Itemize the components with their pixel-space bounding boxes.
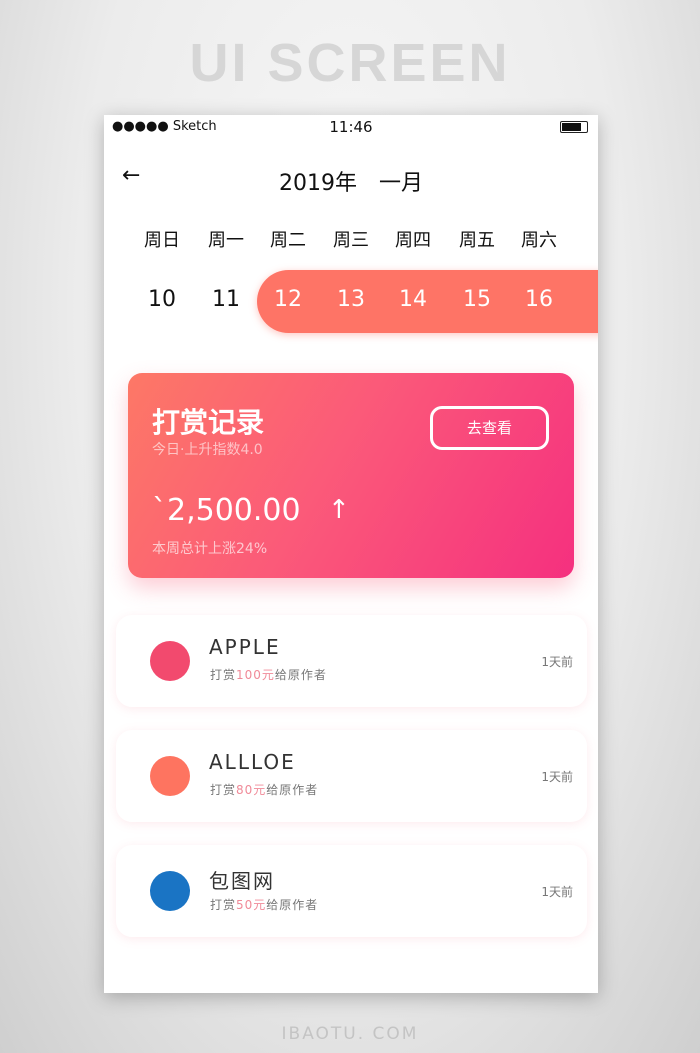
total-amount: `2,500.00 — [152, 493, 301, 528]
desc-prefix: 打赏 — [210, 783, 237, 797]
card-subtitle: 今日·上升指数4.0 — [152, 442, 263, 458]
banner-title: UI SCREEN — [189, 33, 511, 93]
arrow-up-icon: ↑ — [328, 495, 350, 525]
desc-suffix: 给原作者 — [274, 668, 327, 682]
record-time: 1天前 — [541, 885, 573, 899]
record-name: APPLE — [209, 635, 281, 659]
desc-prefix: 打赏 — [210, 898, 237, 912]
record-item[interactable]: ALLLOE 打赏80元给原作者 1天前 — [116, 730, 587, 822]
day[interactable]: 10 — [132, 287, 192, 312]
card-title: 打赏记录 — [152, 406, 265, 439]
footer-watermark: IBAOTU. COM — [281, 1024, 419, 1044]
weekday: 周六 — [521, 230, 557, 251]
weekday: 周二 — [270, 230, 306, 251]
weekday: 周五 — [459, 230, 495, 251]
record-time: 1天前 — [541, 770, 573, 784]
record-name: ALLLOE — [209, 750, 296, 774]
date-row: 10 11 12 13 14 15 16 — [104, 287, 598, 317]
avatar — [150, 756, 190, 796]
record-desc: 打赏100元给原作者 — [210, 666, 327, 683]
avatar — [150, 871, 190, 911]
day[interactable]: 11 — [196, 287, 256, 312]
avatar — [150, 641, 190, 681]
day-selected[interactable]: 15 — [447, 287, 507, 312]
record-name: 包图网 — [209, 869, 275, 893]
desc-prefix: 打赏 — [210, 668, 237, 682]
record-item[interactable]: APPLE 打赏100元给原作者 1天前 — [116, 615, 587, 707]
battery-icon — [560, 121, 588, 133]
record-amount: 50元 — [236, 898, 267, 912]
record-amount: 100元 — [236, 668, 275, 682]
weekday: 周一 — [208, 230, 244, 251]
day-selected[interactable]: 16 — [509, 287, 569, 312]
clock: 11:46 — [329, 118, 373, 136]
record-desc: 打赏80元给原作者 — [210, 781, 318, 798]
day-selected[interactable]: 14 — [383, 287, 443, 312]
record-desc: 打赏50元给原作者 — [210, 896, 318, 913]
desc-suffix: 给原作者 — [266, 783, 319, 797]
weekday: 周三 — [333, 230, 369, 251]
weekday: 周日 — [144, 230, 180, 251]
weekday: 周四 — [395, 230, 431, 251]
desc-suffix: 给原作者 — [266, 898, 319, 912]
phone-screen: ●●●●● Sketch 11:46 ← 2019年 一月 周日 周一 周二 周… — [104, 115, 598, 993]
view-button[interactable]: 去查看 — [430, 406, 549, 450]
status-bar: ●●●●● Sketch 11:46 — [104, 115, 598, 139]
day-selected[interactable]: 13 — [321, 287, 381, 312]
weekday-row: 周日 周一 周二 周三 周四 周五 周六 — [104, 226, 598, 251]
weekly-note: 本周总计上涨24% — [152, 541, 268, 557]
page-title: 2019年 一月 — [279, 171, 423, 196]
record-time: 1天前 — [541, 655, 573, 669]
reward-summary-card: 打赏记录 今日·上升指数4.0 去查看 `2,500.00 ↑ 本周总计上涨24… — [128, 373, 574, 578]
record-amount: 80元 — [236, 783, 267, 797]
record-item[interactable]: 包图网 打赏50元给原作者 1天前 — [116, 845, 587, 937]
day-selected[interactable]: 12 — [258, 287, 318, 312]
